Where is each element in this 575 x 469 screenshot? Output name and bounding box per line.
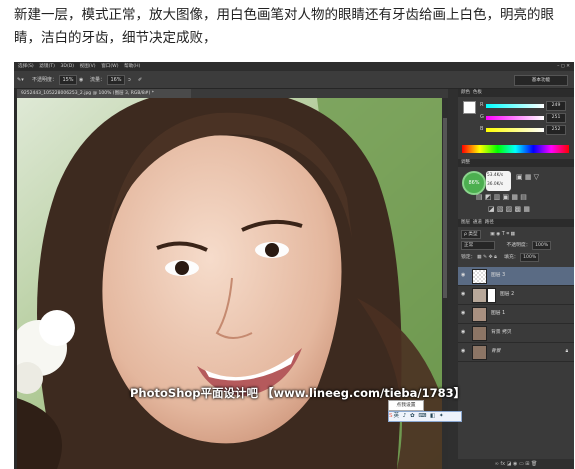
- watermark: PhotoShop平面设计吧 【www.lineeg.com/tieba/178…: [130, 386, 466, 400]
- lock-label: 锁定：: [461, 255, 476, 260]
- layer-panel-footer[interactable]: ∞ fx ◪ ◉ ▭ ⊞ 🗑︎: [458, 459, 574, 469]
- layer-row-layer2[interactable]: ◉ 图层 2: [458, 286, 574, 305]
- options-bar: ✎▾ 不透明度： 15% ◉ 流量： 16% ↄ ✐ 基本功能: [14, 71, 574, 89]
- lock-icon: 🔒︎: [565, 349, 568, 354]
- caption-line-1: 新建一层，模式正常，放大图像，用白色画笔对人物的眼睛还有牙齿给画上白色，明亮的眼: [14, 7, 554, 23]
- layer-name: 背景 拷贝: [491, 330, 512, 335]
- brush-preset-icon[interactable]: ✎▾: [17, 76, 24, 84]
- network-speed-widget: 53.4K/s 36.0K/s: [486, 171, 511, 191]
- green-value[interactable]: 251: [546, 113, 566, 123]
- tab-channels[interactable]: 通道: [473, 220, 482, 225]
- color-panel-tabs[interactable]: 颜色 色板: [458, 89, 574, 97]
- green-slider[interactable]: [486, 116, 544, 120]
- layer-row-background[interactable]: ◉ 背景 🔒︎: [458, 343, 574, 362]
- layer-thumbnail: [472, 269, 487, 284]
- visibility-eye-icon[interactable]: ◉: [461, 330, 467, 335]
- layer-row-background-copy[interactable]: ◉ 背景 拷贝: [458, 324, 574, 343]
- layer-mask-thumbnail[interactable]: [487, 288, 496, 303]
- tab-layers[interactable]: 图层: [461, 220, 470, 225]
- color-spectrum[interactable]: [462, 145, 569, 153]
- flow-field[interactable]: 16%: [107, 75, 125, 85]
- pressure-icon[interactable]: ◉: [79, 76, 83, 84]
- right-panels: 颜色 色板 R 249 G 251 B 252 调整 86% 53.4K/s 3…: [458, 89, 574, 469]
- tab-swatches[interactable]: 色板: [473, 90, 482, 95]
- workspace-select[interactable]: 基本功能: [514, 75, 568, 86]
- layer-thumbnail: [472, 345, 487, 360]
- fill-field[interactable]: 100%: [520, 253, 540, 262]
- layers-panel-tabs[interactable]: 图层 通道 路径: [458, 219, 574, 227]
- layer-thumbnail: [472, 288, 487, 303]
- menu-select[interactable]: 选择(S): [18, 62, 34, 71]
- layer-filter-icons[interactable]: ▣ ◉ T ⌗ ▦: [490, 232, 515, 237]
- ime-tooltip: 点我设置: [388, 400, 424, 411]
- menu-bar: 选择(S) 滤镜(T) 3D(D) 视图(V) 窗口(W) 帮助(H) – ◻ …: [14, 62, 574, 71]
- green-slider-row: G 251: [458, 112, 574, 123]
- green-label: G: [480, 114, 484, 120]
- blend-mode-select[interactable]: 正常: [461, 241, 495, 250]
- menu-window[interactable]: 窗口(W): [101, 62, 118, 71]
- layer-opacity-label: 不透明度：: [506, 243, 531, 248]
- layer-name: 图层 3: [491, 273, 506, 278]
- menu-filter[interactable]: 滤镜(T): [39, 62, 55, 71]
- ime-toolbar[interactable]: S英 ♪ ✿ ⌨ ◧ ✦: [388, 411, 462, 422]
- layer-thumbnail: [472, 326, 487, 341]
- layer-name: 图层 2: [500, 292, 515, 297]
- layer-name: 图层 1: [491, 311, 506, 316]
- menu-help[interactable]: 帮助(H): [124, 62, 140, 71]
- window-controls[interactable]: – ◻ ✕: [557, 62, 570, 71]
- lock-row: 锁定： ▦ ✎ ✥ 🔒︎ 填充： 100%: [461, 253, 571, 262]
- fill-label: 填充：: [504, 255, 519, 260]
- visibility-eye-icon[interactable]: ◉: [461, 349, 467, 354]
- blue-slider[interactable]: [486, 128, 544, 132]
- red-slider[interactable]: [486, 104, 544, 108]
- layer-filter-row: ρ 类型 ▣ ◉ T ⌗ ▦: [461, 230, 515, 239]
- red-label: R: [480, 102, 484, 108]
- opacity-label: 不透明度：: [32, 77, 58, 83]
- speed-badge: 86%: [462, 171, 486, 195]
- flow-label: 流量：: [90, 77, 106, 83]
- photoshop-window: 选择(S) 滤镜(T) 3D(D) 视图(V) 窗口(W) 帮助(H) – ◻ …: [14, 62, 574, 469]
- red-slider-row: R 249: [458, 100, 574, 111]
- layer-row-layer3[interactable]: ◉ 图层 3: [458, 267, 574, 286]
- menu-3d[interactable]: 3D(D): [60, 62, 74, 71]
- tab-paths[interactable]: 路径: [485, 220, 494, 225]
- adjustments-tab[interactable]: 调整: [458, 159, 574, 167]
- menu-view[interactable]: 视图(V): [80, 62, 96, 71]
- lock-icons[interactable]: ▦ ✎ ✥ 🔒︎: [477, 255, 497, 260]
- adjustments-panel: 86% 53.4K/s 36.0K/s ▣ ▦ ▽ ▤ ◩ ▥ ▣ ▦ ▤ ◪ …: [458, 167, 574, 219]
- layer-filter-select[interactable]: ρ 类型: [461, 230, 481, 239]
- adjustment-icons-row3[interactable]: ◪ ▧ ▨ ▩ ▦: [488, 205, 530, 213]
- visibility-eye-icon[interactable]: ◉: [461, 273, 467, 278]
- airbrush-icon[interactable]: ↄ: [128, 76, 131, 84]
- layer-row-layer1[interactable]: ◉ 图层 1: [458, 305, 574, 324]
- layer-opacity-field[interactable]: 100%: [532, 241, 552, 250]
- image-canvas[interactable]: [17, 98, 442, 469]
- blend-row: 正常 不透明度： 100%: [461, 241, 571, 250]
- tablet-icon[interactable]: ✐: [138, 76, 142, 84]
- blue-slider-row: B 252: [458, 124, 574, 135]
- opacity-field[interactable]: 15%: [59, 75, 77, 85]
- caption-line-2: 睛，洁白的牙齿，细节决定成败，: [14, 30, 217, 46]
- adjustment-icons-row2[interactable]: ▤ ◩ ▥ ▣ ▦ ▤: [476, 193, 527, 201]
- color-panel: R 249 G 251 B 252: [458, 97, 574, 159]
- scrollbar-thumb[interactable]: [443, 118, 447, 298]
- blue-value[interactable]: 252: [546, 125, 566, 135]
- visibility-eye-icon[interactable]: ◉: [461, 311, 467, 316]
- upload-speed: 53.4K/s: [487, 173, 504, 178]
- portrait-photo: [17, 98, 442, 469]
- article-caption: 新建一层，模式正常，放大图像，用白色画笔对人物的眼睛还有牙齿给画上白色，明亮的眼…: [14, 4, 572, 50]
- tab-color[interactable]: 颜色: [461, 90, 470, 95]
- layer-thumbnail: [472, 307, 487, 322]
- visibility-eye-icon[interactable]: ◉: [461, 292, 467, 297]
- blue-label: B: [480, 126, 484, 132]
- ime-logo-icon[interactable]: S: [389, 413, 394, 419]
- red-value[interactable]: 249: [546, 101, 566, 111]
- layer-list: ◉ 图层 3 ◉ 图层 2 ◉ 图层 1 ◉ 背景 拷贝 ◉ 背景 🔒︎: [458, 267, 574, 367]
- adjustment-icons-row1[interactable]: ▣ ▦ ▽: [516, 173, 539, 181]
- layer-controls: ρ 类型 ▣ ◉ T ⌗ ▦ 正常 不透明度： 100% 锁定： ▦ ✎ ✥ 🔒…: [458, 227, 574, 267]
- layer-name: 背景: [491, 349, 501, 354]
- document-tab[interactable]: 9252443_105228006253_2.jpg @ 100% (图层 3,…: [17, 89, 191, 98]
- download-speed: 36.0K/s: [487, 182, 504, 187]
